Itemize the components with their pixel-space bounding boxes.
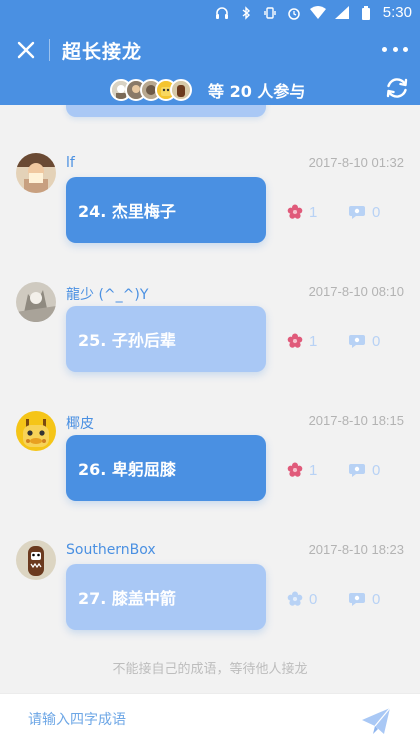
timestamp: 2017-8-10 18:23 — [308, 542, 404, 557]
idiom-bubble: 26. 卑躬屈膝 — [66, 435, 266, 501]
refresh-icon — [386, 78, 408, 98]
more-button[interactable] — [382, 41, 408, 57]
battery-icon — [357, 5, 375, 20]
idiom-input[interactable] — [28, 704, 348, 736]
flower-count: 1 — [309, 461, 318, 479]
avatar[interactable] — [16, 153, 56, 193]
comment-count: 0 — [372, 590, 381, 608]
comment-button[interactable]: 0 — [348, 201, 380, 223]
signal-icon — [333, 6, 351, 20]
alarm-icon — [285, 6, 303, 20]
comment-count: 0 — [372, 332, 381, 350]
timestamp: 2017-8-10 18:15 — [308, 413, 404, 428]
timestamp: 2017-8-10 01:32 — [308, 155, 404, 170]
comment-count: 0 — [372, 461, 381, 479]
comment-count: 0 — [372, 203, 381, 221]
flower-icon — [287, 591, 303, 606]
header-divider — [49, 39, 50, 61]
send-button[interactable] — [360, 706, 392, 736]
flower-button[interactable]: 0 — [287, 588, 317, 610]
avatar[interactable] — [16, 411, 56, 451]
flower-icon — [287, 462, 303, 477]
flower-button[interactable]: 1 — [287, 330, 317, 352]
idiom-bubble: 24. 杰里梅子 — [66, 177, 266, 243]
hint-text: 不能接自己的成语，等待他人接龙 — [112, 662, 308, 677]
flower-button[interactable]: 1 — [287, 201, 317, 223]
username[interactable]: SouthernBox — [66, 542, 156, 558]
comment-icon — [349, 593, 365, 606]
more-dot-icon — [403, 46, 408, 52]
flower-icon — [287, 204, 303, 219]
username[interactable]: 龍少 (^_^)Y — [66, 284, 148, 304]
input-bar — [0, 693, 420, 747]
participants-bar[interactable]: 等 20 人参与 — [110, 77, 305, 103]
idiom-bubble: 25. 子孙后辈 — [66, 306, 266, 372]
comment-icon — [349, 464, 365, 477]
participants-count: 等 20 人参与 — [208, 82, 306, 101]
comment-icon — [349, 335, 365, 348]
comment-button[interactable]: 0 — [348, 330, 380, 352]
timestamp: 2017-8-10 08:10 — [308, 284, 404, 299]
previous-entry-bubble — [66, 105, 266, 117]
headphones-icon — [213, 6, 231, 20]
idiom-bubble: 27. 膝盖中箭 — [66, 564, 266, 630]
chain-entry: 椰皮 2017-8-10 18:15 26. 卑躬屈膝 1 0 — [0, 411, 420, 539]
app-header: 超长接龙 等 20 人参与 — [0, 25, 420, 105]
send-icon — [362, 707, 391, 734]
status-bar: 5:30 — [0, 0, 420, 25]
vibrate-icon — [261, 6, 279, 20]
flower-button[interactable]: 1 — [287, 459, 317, 481]
flower-count: 1 — [309, 203, 318, 221]
page-title: 超长接龙 — [62, 41, 143, 63]
comment-icon — [349, 206, 365, 219]
username[interactable]: lf — [66, 155, 75, 171]
chain-entry: 龍少 (^_^)Y 2017-8-10 08:10 25. 子孙后辈 1 0 — [0, 282, 420, 410]
comment-button[interactable]: 0 — [348, 459, 380, 481]
flower-count: 0 — [309, 590, 318, 608]
flower-icon — [287, 333, 303, 348]
participant-avatar — [170, 79, 192, 101]
avatar[interactable] — [16, 282, 56, 322]
chain-feed[interactable]: lf 2017-8-10 01:32 24. 杰里梅子 1 0 龍少 (^_^)… — [0, 105, 420, 693]
close-icon — [17, 41, 35, 59]
participant-avatars — [110, 79, 192, 101]
bluetooth-icon — [237, 5, 255, 20]
wifi-icon — [309, 6, 327, 20]
chain-entry: SouthernBox 2017-8-10 18:23 27. 膝盖中箭 0 0 — [0, 540, 420, 668]
avatar[interactable] — [16, 540, 56, 580]
flower-count: 1 — [309, 332, 318, 350]
status-time: 5:30 — [382, 4, 412, 21]
username[interactable]: 椰皮 — [66, 413, 94, 433]
comment-button[interactable]: 0 — [348, 588, 380, 610]
chain-entry: lf 2017-8-10 01:32 24. 杰里梅子 1 0 — [0, 153, 420, 281]
close-button[interactable] — [12, 36, 40, 64]
more-dot-icon — [392, 46, 398, 52]
refresh-button[interactable] — [384, 75, 410, 101]
more-dot-icon — [382, 46, 387, 52]
